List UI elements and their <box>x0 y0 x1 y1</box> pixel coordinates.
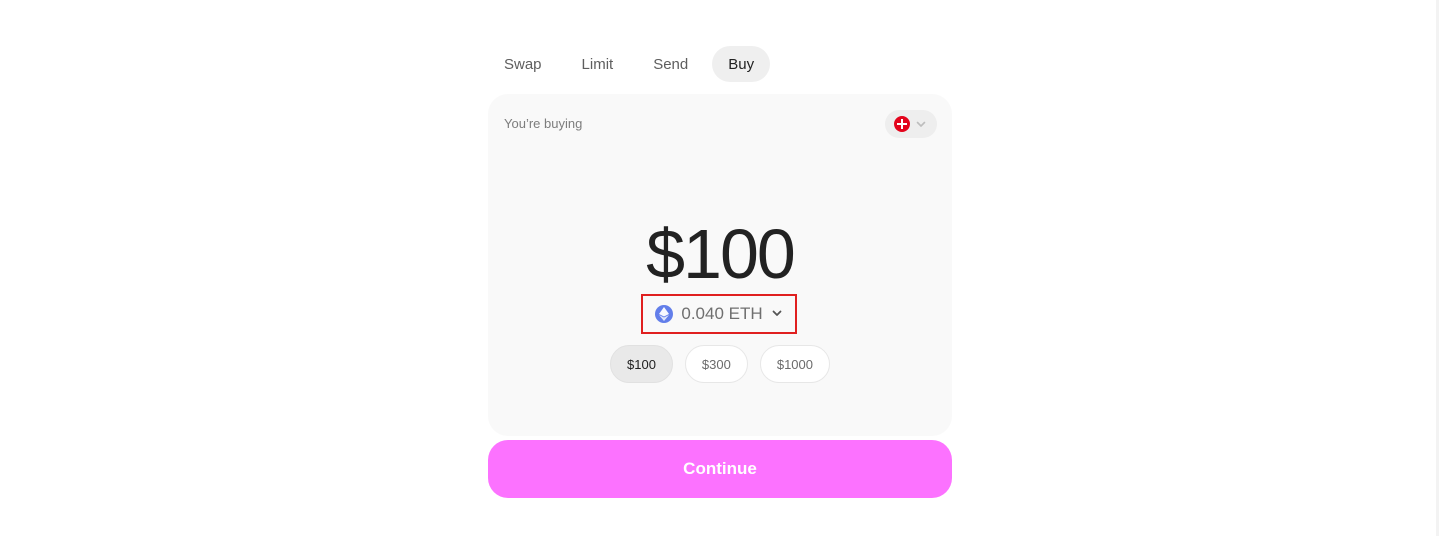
swap-tabs: Swap Limit Send Buy <box>488 46 778 82</box>
buying-label: You’re buying <box>504 116 583 131</box>
eth-icon <box>655 305 674 323</box>
tab-send[interactable]: Send <box>637 46 704 82</box>
chevron-down-icon <box>771 304 783 324</box>
continue-button[interactable]: Continue <box>488 440 952 498</box>
chevron-down-icon <box>914 117 928 131</box>
fiat-amount-display[interactable]: $100 <box>488 212 952 296</box>
country-selector-button[interactable] <box>885 110 937 138</box>
switzerland-flag-icon <box>894 116 910 132</box>
preset-amounts: $100 $300 $1000 <box>488 345 952 383</box>
token-amount: 0.040 ETH <box>681 304 763 323</box>
tab-limit[interactable]: Limit <box>566 46 630 82</box>
preset-300-button[interactable]: $300 <box>684 345 748 383</box>
token-selector[interactable]: 0.040 ETH <box>641 294 797 334</box>
preset-1000-button[interactable]: $1000 <box>759 345 830 383</box>
tab-swap[interactable]: Swap <box>488 46 558 82</box>
preset-100-button[interactable]: $100 <box>610 345 673 383</box>
tab-buy[interactable]: Buy <box>712 46 771 82</box>
buy-card: You’re buying $100 0.040 ETH $100 $300 $… <box>488 94 952 436</box>
